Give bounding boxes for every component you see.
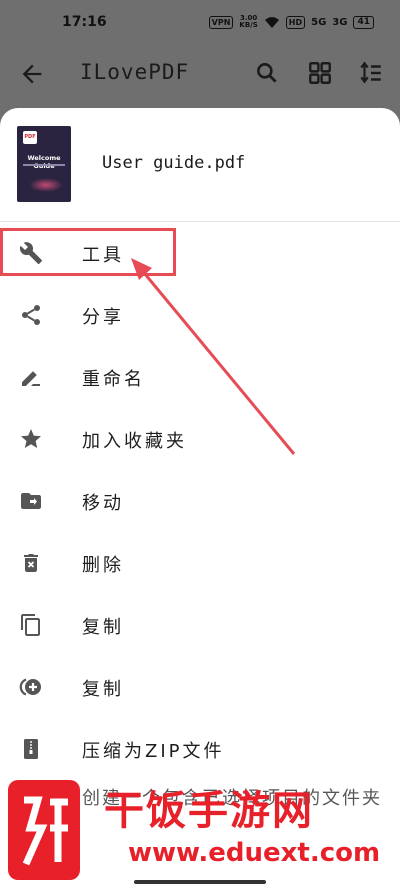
watermark-logo-icon: [8, 780, 80, 880]
signal-5g: 5G: [311, 16, 327, 28]
app-bar: ILovePDF: [0, 44, 400, 104]
watermark: 干饭手游网 www.eduext.com: [0, 770, 400, 889]
wifi-icon: [264, 17, 279, 28]
grid-view-icon[interactable]: [307, 60, 333, 86]
menu-item-label: 删除: [82, 555, 124, 576]
watermark-brand: 干饭手游网: [104, 788, 314, 834]
menu-item-copy[interactable]: 复制: [0, 594, 400, 656]
status-bar: 17:16 VPN 3.00 KB/S HD 5G 3G 41: [0, 0, 400, 44]
move-folder-icon: [21, 493, 41, 509]
zip-icon: [24, 739, 38, 759]
hd-badge: HD: [285, 15, 306, 29]
status-time: 17:16: [62, 14, 107, 30]
gesture-bar: [134, 880, 266, 884]
thumbnail-title: Welcome Guide: [27, 154, 61, 170]
menu-item-label: 分享: [82, 307, 124, 328]
net-speed: 3.00 KB/S: [239, 14, 258, 29]
menu-item-rename[interactable]: 重命名: [0, 346, 400, 408]
menu-item-label: 加入收藏夹: [82, 431, 187, 452]
trash-icon: [24, 554, 38, 572]
ilovepdf-logo-icon: PDF: [23, 131, 37, 144]
thumbnail-graphic: [29, 178, 63, 192]
menu-item-duplicate[interactable]: 复制: [0, 656, 400, 718]
copy-icon: [21, 614, 40, 636]
file-thumbnail: PDF Welcome Guide: [17, 126, 71, 202]
watermark-url: www.eduext.com: [128, 838, 381, 868]
menu-item-share[interactable]: 分享: [0, 284, 400, 346]
menu-item-favorite[interactable]: 加入收藏夹: [0, 408, 400, 470]
menu-item-label: 移动: [82, 493, 124, 514]
status-icons: VPN 3.00 KB/S HD 5G 3G 41: [208, 14, 374, 29]
vpn-badge: VPN: [208, 15, 234, 29]
back-arrow-icon[interactable]: [18, 60, 46, 88]
add-circle-icon: [19, 678, 41, 696]
search-icon[interactable]: [254, 60, 280, 86]
menu-item-label: 复制: [82, 617, 124, 638]
thumbnail-subline: [23, 164, 65, 166]
menu-item-label: 重命名: [82, 369, 145, 390]
app-title: ILovePDF: [80, 60, 190, 84]
sort-icon[interactable]: [358, 60, 384, 86]
signal-3g: 3G: [332, 16, 348, 28]
menu-item-delete[interactable]: 删除: [0, 532, 400, 594]
star-icon: [21, 429, 41, 448]
file-name: User guide.pdf: [102, 153, 246, 173]
file-header: PDF Welcome Guide User guide.pdf: [0, 108, 400, 220]
highlight-box: [0, 228, 176, 276]
battery-indicator: 41: [353, 15, 374, 29]
menu-item-label: 复制: [82, 679, 124, 700]
menu-item-label: 压缩为ZIP文件: [82, 741, 225, 762]
share-icon: [22, 305, 40, 325]
menu-item-move[interactable]: 移动: [0, 470, 400, 532]
rename-icon: [22, 371, 40, 386]
